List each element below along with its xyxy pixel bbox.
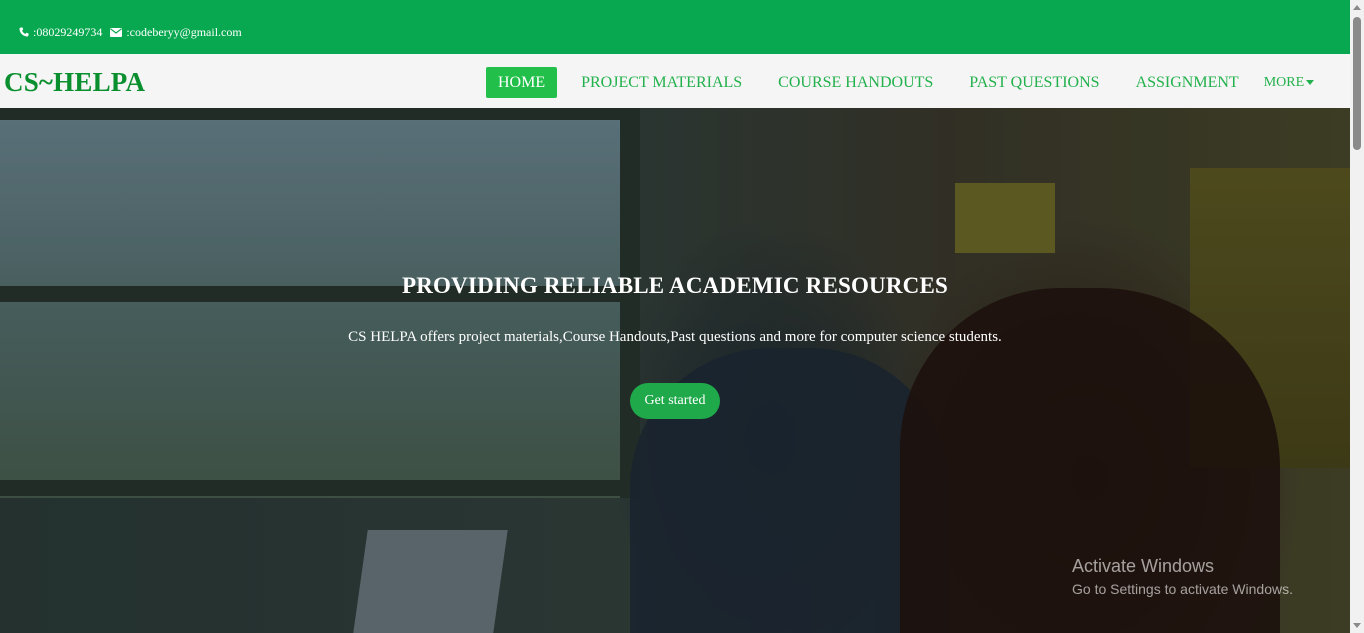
nav-project-materials[interactable]: PROJECT MATERIALS xyxy=(581,67,742,98)
watermark-title: Activate Windows xyxy=(1072,556,1215,576)
activate-windows-watermark: Activate Windows Go to Settings to activ… xyxy=(1072,556,1293,597)
nav-assignment[interactable]: ASSIGNMENT xyxy=(1136,67,1239,98)
watermark-subtitle: Go to Settings to activate Windows. xyxy=(1072,581,1293,597)
envelope-icon xyxy=(110,27,123,37)
page-scrollbar[interactable] xyxy=(1350,0,1364,633)
hero-overlay xyxy=(0,108,1350,633)
brand-logo[interactable]: CS~HELPA xyxy=(4,67,145,98)
nav-menu: HOME PROJECT MATERIALS COURSE HANDOUTS P… xyxy=(486,67,1315,98)
scrollbar-thumb[interactable] xyxy=(1353,17,1361,150)
nav-home[interactable]: HOME xyxy=(486,67,558,98)
email-address: :codeberyy@gmail.com xyxy=(126,24,242,39)
phone-number: :08029249734 xyxy=(33,24,103,39)
phone-contact: :08029249734 xyxy=(19,25,102,40)
nav-course-handouts[interactable]: COURSE HANDOUTS xyxy=(778,67,933,98)
phone-icon xyxy=(19,27,29,37)
hero-description: CS HELPA offers project materials,Course… xyxy=(348,329,1002,345)
scroll-up-arrow-icon[interactable] xyxy=(1353,5,1361,10)
hero-title: PROVIDING RELIABLE ACADEMIC RESOURCES xyxy=(401,273,949,298)
nav-more-label: MORE xyxy=(1263,75,1305,90)
hero-background-image xyxy=(0,108,1350,633)
email-contact: :codeberyy@gmail.com xyxy=(110,24,242,40)
get-started-button[interactable]: Get started xyxy=(630,383,720,419)
main-navbar: CS~HELPA HOME PROJECT MATERIALS COURSE H… xyxy=(0,54,1350,108)
caret-down-icon xyxy=(1306,80,1315,86)
top-contact-bar: :08029249734 :codeberyy@gmail.com xyxy=(0,0,1350,54)
scroll-down-arrow-icon[interactable] xyxy=(1353,623,1361,628)
nav-more-dropdown[interactable]: MORE xyxy=(1263,67,1315,98)
nav-past-questions[interactable]: PAST QUESTIONS xyxy=(969,67,1099,98)
